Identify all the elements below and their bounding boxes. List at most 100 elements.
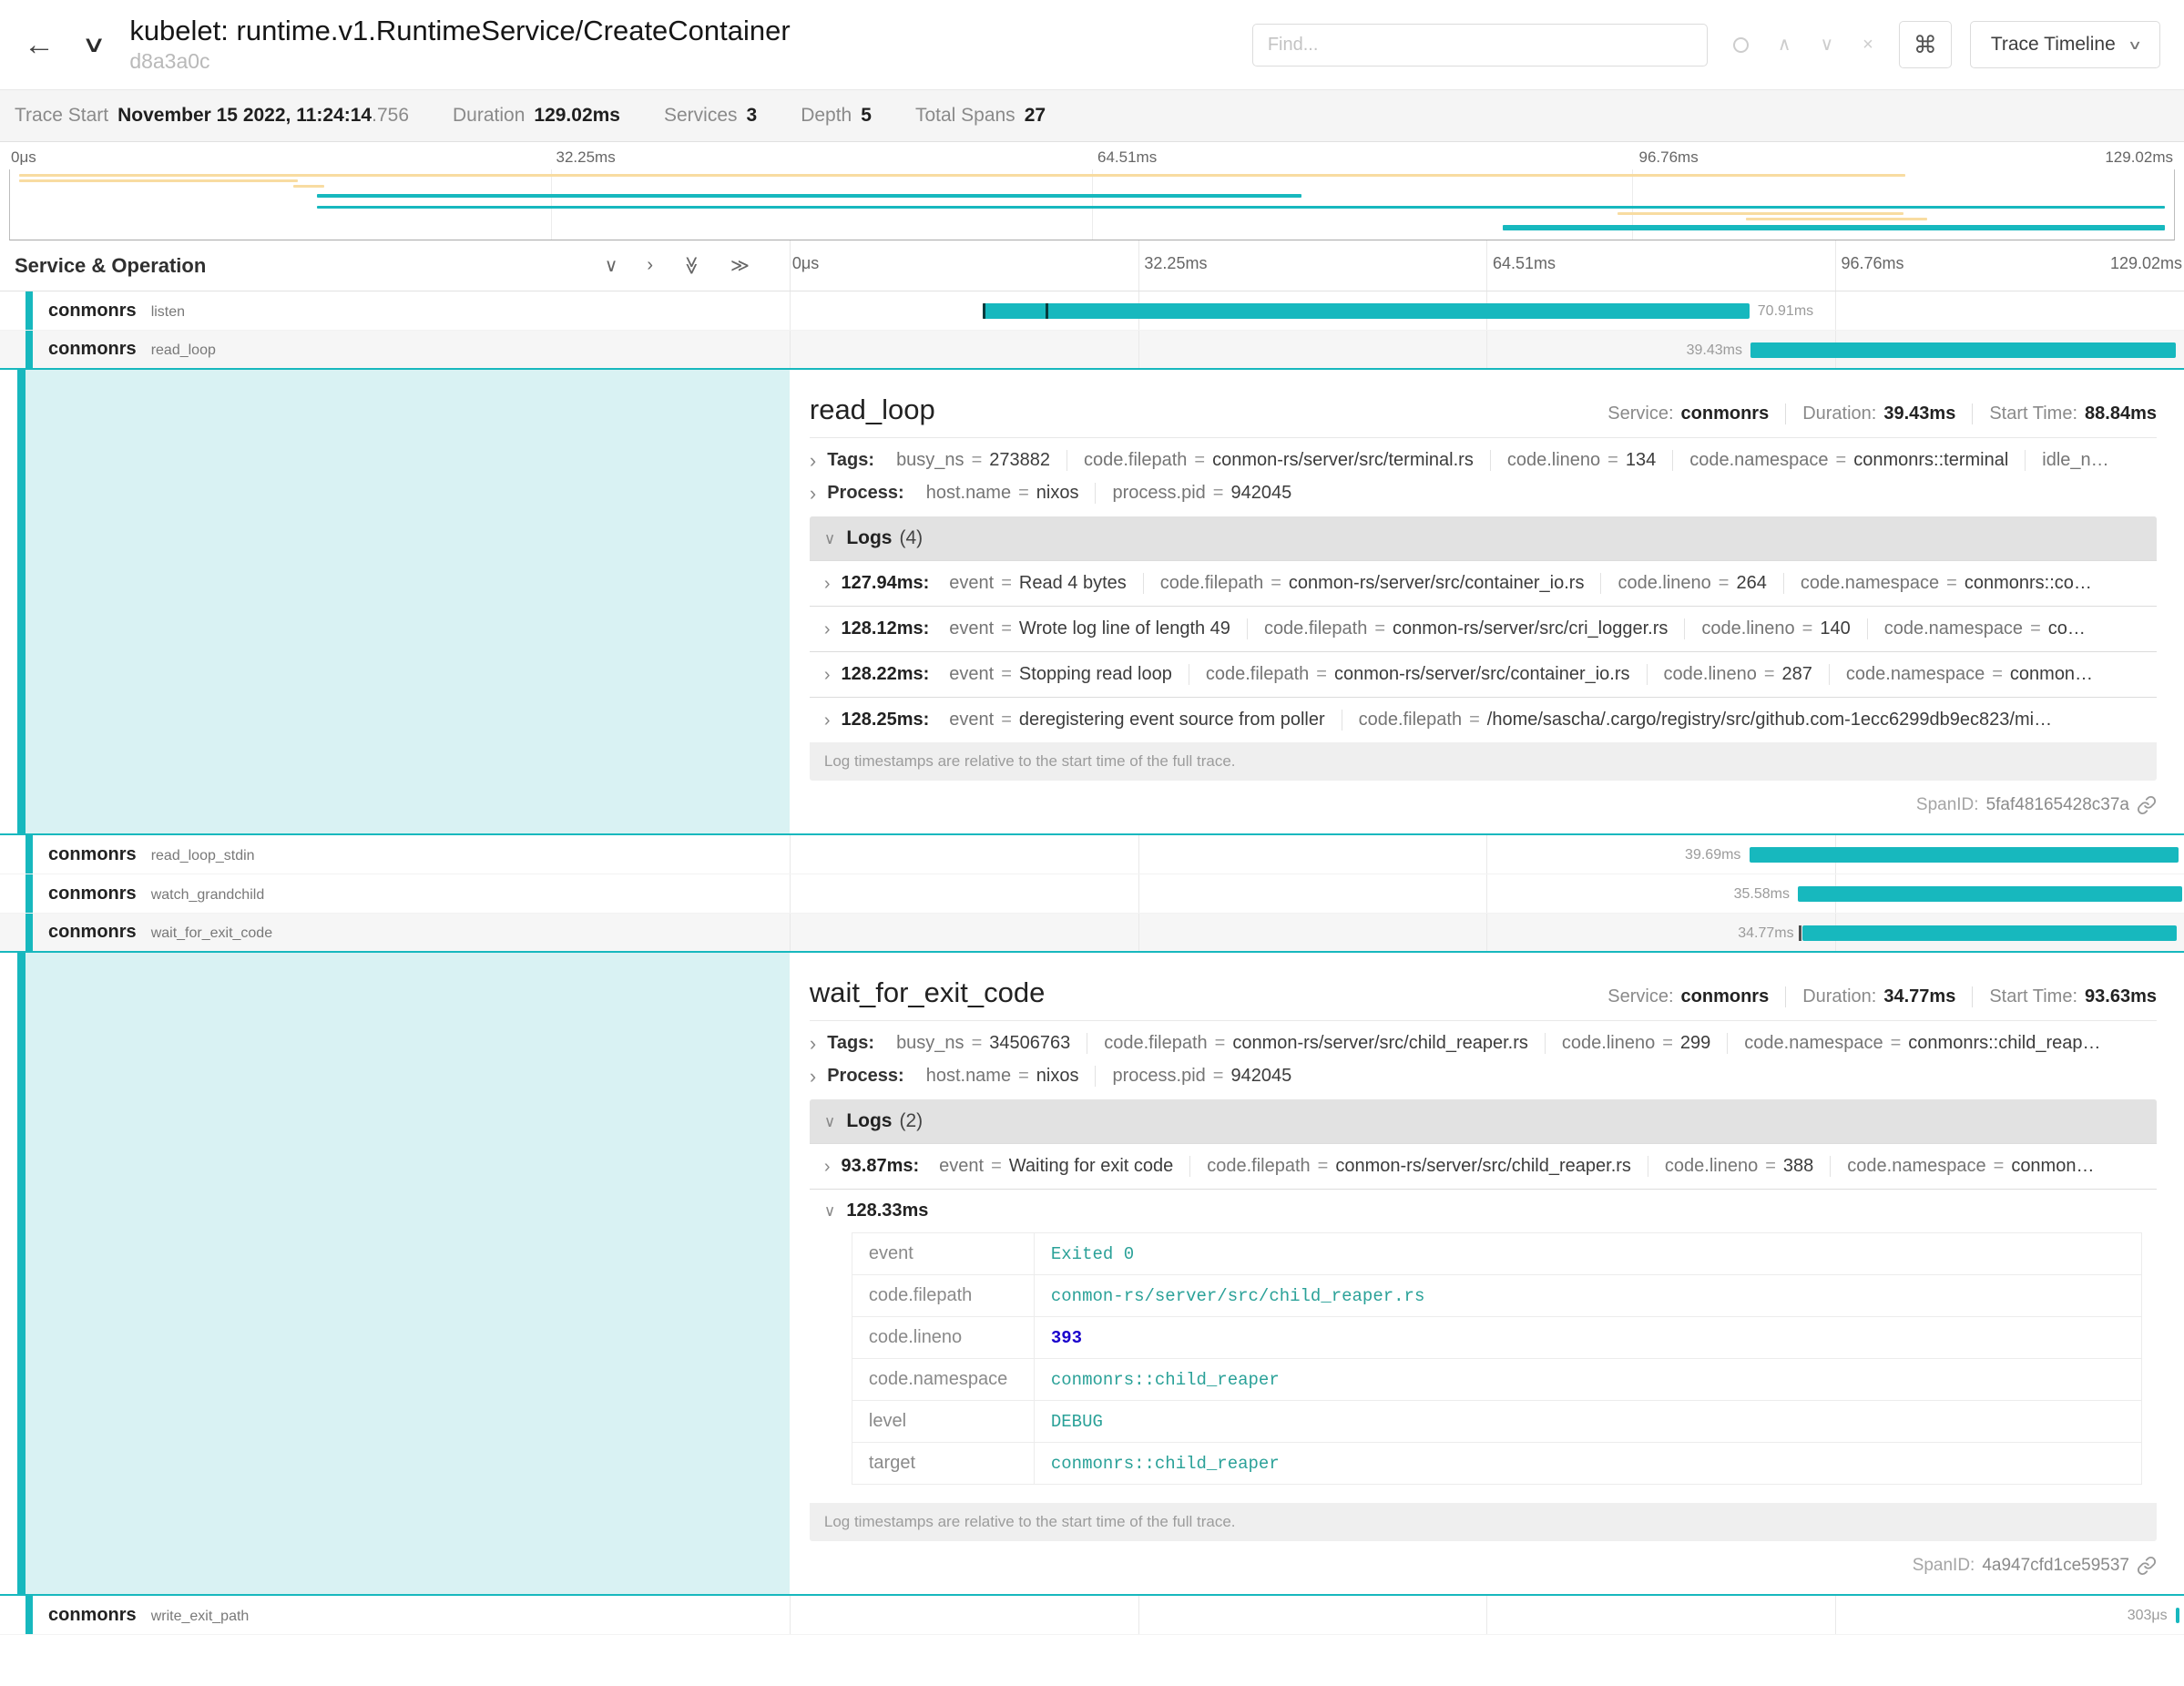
logs-label: Logs (846, 1110, 892, 1132)
focus-matches-icon[interactable] (1733, 37, 1749, 53)
logs-header[interactable]: ∨ Logs (4) (810, 516, 2157, 560)
kv-value: conmon-rs/server/src/child_reaper.rs (1232, 1033, 1528, 1053)
kv-key: code.filepath (1084, 450, 1187, 470)
expanded-accent-bar[interactable] (17, 953, 26, 1594)
log-fields: event=Wrote log line of length 49 code.fi… (933, 618, 2102, 639)
kv-value: nixos (1036, 483, 1079, 503)
chevron-right-icon[interactable]: › (810, 1034, 816, 1054)
chevron-down-icon[interactable]: ∨ (824, 531, 835, 547)
chevron-right-icon[interactable]: › (824, 711, 831, 730)
copy-link-icon[interactable] (2137, 795, 2157, 815)
keyboard-shortcuts-button[interactable]: ⌘ (1899, 21, 1952, 68)
key-value-pair: code.lineno=287 (1647, 664, 1829, 685)
chevron-right-icon[interactable]: › (824, 620, 831, 639)
summary-item: Total Spans27 (915, 105, 1046, 127)
minimap-canvas[interactable] (9, 169, 2175, 240)
chevron-right-icon[interactable]: › (810, 451, 816, 471)
kv-equals: = (1018, 483, 1029, 503)
span-bar[interactable] (2176, 1608, 2180, 1623)
kv-key: code.namespace (1846, 664, 1985, 684)
log-entry[interactable]: › 127.94ms: event=Read 4 bytescode.filep… (810, 560, 2157, 606)
view-selector-button[interactable]: Trace Timeline ∨ (1970, 21, 2160, 68)
field-key: code.filepath (852, 1275, 1034, 1317)
tags-accordion[interactable]: › Tags: busy_ns=273882code.filepath=conm… (810, 450, 2157, 471)
span-bar[interactable] (1802, 925, 2178, 941)
span-bar[interactable] (1750, 847, 2179, 863)
chevron-right-icon[interactable]: › (824, 666, 831, 684)
log-entry[interactable]: › 93.87ms: event=Waiting for exit codeco… (810, 1143, 2157, 1189)
chevron-right-icon[interactable]: › (824, 1158, 831, 1176)
copy-link-icon[interactable] (2137, 1556, 2157, 1576)
span-timeline-cell[interactable]: 35.58ms (790, 874, 2184, 913)
minimap-span-bar (1746, 218, 1928, 220)
kv-key: code.namespace (1689, 450, 1828, 470)
detail-meta-item: Service:conmonrs (1591, 404, 1785, 424)
service-color-bar (26, 1596, 33, 1634)
span-timeline-cell[interactable]: 34.77ms (790, 914, 2184, 951)
kv-equals: = (1764, 664, 1775, 684)
chevron-right-icon[interactable]: › (810, 484, 816, 504)
meta-value: 39.43ms (1883, 404, 1955, 424)
back-arrow-icon[interactable]: ← (24, 27, 55, 63)
span-bar[interactable] (1798, 886, 2182, 902)
service-name: conmonrs (48, 1605, 137, 1626)
process-accordion[interactable]: › Process: host.name=nixosprocess.pid=94… (810, 1066, 2157, 1087)
key-value-pair: code.namespace=conmonrs::child_reap… (1727, 1033, 2117, 1054)
kv-key: code.lineno (1618, 573, 1710, 593)
span-name-cell[interactable]: conmonrslisten (0, 291, 790, 330)
kv-key: code.namespace (1884, 618, 2023, 639)
chevron-right-icon[interactable]: › (810, 1067, 816, 1087)
previous-match-icon[interactable]: ∧ (1778, 36, 1791, 54)
expand-one-icon[interactable]: › (647, 255, 653, 276)
chevron-down-icon[interactable]: ∨ (824, 1114, 835, 1129)
chevron-down-icon[interactable]: ∨ (824, 1203, 835, 1219)
minimap-span-bar (19, 174, 1906, 177)
field-value: 393 (1034, 1317, 2141, 1359)
log-entry[interactable]: › 128.12ms: event=Wrote log line of leng… (810, 606, 2157, 651)
span-timeline-cell[interactable]: 39.43ms (790, 331, 2184, 368)
span-bar[interactable] (1750, 342, 2176, 358)
find-input[interactable] (1252, 24, 1708, 66)
collapse-all-icon[interactable]: ≫ (680, 256, 703, 275)
key-value-pair: host.name=nixos (910, 1066, 1096, 1087)
log-entry[interactable]: › 128.25ms: event=deregistering event so… (810, 697, 2157, 742)
expanded-accent-bar[interactable] (17, 370, 26, 833)
summary-label: Services (664, 105, 738, 126)
logs-header[interactable]: ∨ Logs (2) (810, 1099, 2157, 1143)
kv-key: code.filepath (1264, 618, 1367, 639)
key-value-pair: code.lineno=264 (1600, 573, 1782, 594)
child-span-tick (1046, 303, 1048, 319)
expand-all-icon[interactable]: ≫ (730, 254, 750, 277)
span-name-cell[interactable]: conmonrsread_loop (0, 331, 790, 368)
tags-accordion[interactable]: › Tags: busy_ns=34506763code.filepath=co… (810, 1033, 2157, 1054)
log-entry[interactable]: › 128.22ms: event=Stopping read loopcode… (810, 651, 2157, 697)
process-accordion[interactable]: › Process: host.name=nixosprocess.pid=94… (810, 483, 2157, 504)
spanid-label: SpanID: (1913, 1556, 1975, 1576)
collapse-title-chevron-icon[interactable]: ∨ (81, 31, 106, 58)
expanded-log-header[interactable]: ∨ 128.33ms (824, 1201, 2142, 1221)
kv-value: conmon-rs/server/src/child_reaper.rs (1335, 1156, 1631, 1176)
span-timeline-cell[interactable]: 70.91ms (790, 291, 2184, 330)
tags-label: Tags: (827, 450, 874, 471)
span-name-cell[interactable]: conmonrswrite_exit_path (0, 1596, 790, 1634)
key-value-pair: event=Wrote log line of length 49 (933, 618, 1247, 639)
kv-key: idle_n… (2042, 450, 2108, 470)
key-value-pair: busy_ns=273882 (880, 450, 1066, 471)
kv-equals: = (1215, 1033, 1226, 1053)
span-timeline-cell[interactable]: 303μs (790, 1596, 2184, 1634)
meta-label: Duration: (1802, 986, 1876, 1006)
next-match-icon[interactable]: ∨ (1820, 36, 1833, 54)
clear-search-icon[interactable]: × (1863, 36, 1873, 54)
span-name-cell[interactable]: conmonrswatch_grandchild (0, 874, 790, 913)
key-value-pair: process.pid=942045 (1095, 1066, 1308, 1087)
field-value: conmon-rs/server/src/child_reaper.rs (1034, 1275, 2141, 1317)
collapse-one-icon[interactable]: ∨ (605, 254, 618, 277)
service-color-bar (26, 291, 33, 330)
kv-equals: = (1719, 573, 1730, 593)
span-timeline-cell[interactable]: 39.69ms (790, 835, 2184, 874)
chevron-right-icon[interactable]: › (824, 575, 831, 593)
span-name-cell[interactable]: conmonrsread_loop_stdin (0, 835, 790, 874)
span-name-cell[interactable]: conmonrswait_for_exit_code (0, 914, 790, 951)
span-bar[interactable] (983, 303, 1750, 319)
log-fields: event=Waiting for exit codecode.filepath… (923, 1156, 2110, 1177)
